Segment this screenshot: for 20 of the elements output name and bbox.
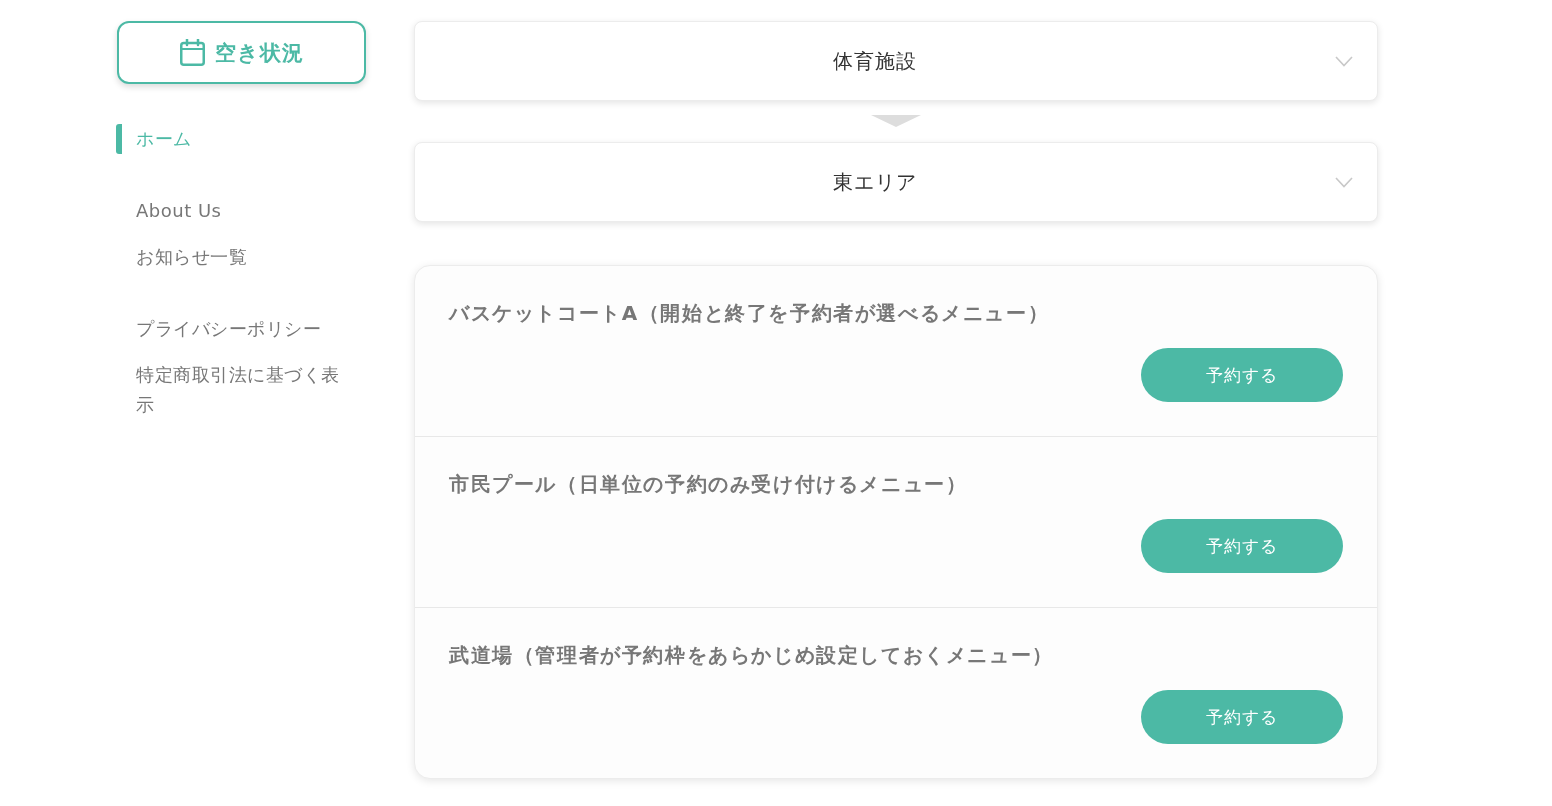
menu-title: 武道場（管理者が予約枠をあらかじめ設定しておくメニュー） (449, 642, 1055, 668)
reserve-button[interactable]: 予約する (1141, 348, 1343, 402)
reserve-button[interactable]: 予約する (1141, 690, 1343, 744)
nav-link[interactable]: About Us (116, 196, 356, 226)
select-value: 体育施設 (832, 47, 918, 75)
nav-link[interactable]: お知らせ一覧 (116, 242, 356, 272)
reserve-button[interactable]: 予約する (1141, 519, 1343, 573)
chevron-down-icon (1335, 55, 1353, 67)
calendar-icon (179, 39, 205, 66)
nav-link[interactable]: プライバシーポリシー (116, 314, 356, 344)
menu-title: バスケットコートA（開始と終了を予約者が選べるメニュー） (449, 300, 1051, 326)
nav-link[interactable]: ホーム (116, 124, 356, 154)
select-dropdown[interactable]: 体育施設 (414, 21, 1378, 101)
nav-link[interactable]: 特定商取引法に基づく表示 (116, 360, 356, 420)
down-triangle-icon (871, 115, 921, 127)
menu-title: 市民プール（日単位の予約のみ受け付けるメニュー） (449, 471, 969, 497)
chevron-down-icon (1335, 176, 1353, 188)
select-dropdown[interactable]: 東エリア (414, 142, 1378, 222)
select-value: 東エリア (832, 168, 918, 196)
availability-button[interactable]: 空き状況 (117, 21, 366, 84)
